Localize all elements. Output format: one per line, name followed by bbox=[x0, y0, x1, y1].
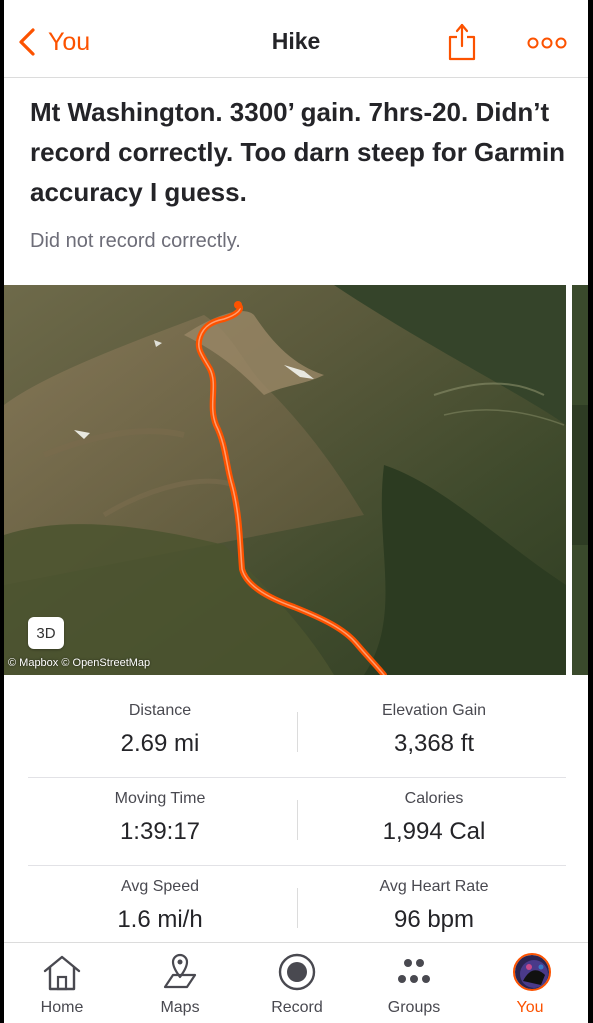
stat-divider bbox=[297, 888, 298, 928]
stat-avg-heart-rate: Avg Heart Rate 96 bpm bbox=[302, 878, 566, 934]
avatar bbox=[513, 953, 551, 991]
stats-row: Distance 2.69 mi Elevation Gain 3,368 ft bbox=[28, 690, 566, 778]
tab-label: Home bbox=[40, 999, 84, 1016]
maps-icon bbox=[163, 953, 197, 989]
tab-record[interactable]: Record bbox=[247, 943, 347, 1023]
photo-preview-image bbox=[572, 285, 588, 675]
record-icon bbox=[278, 953, 316, 991]
stat-value: 96 bpm bbox=[393, 906, 475, 933]
stat-label: Avg Speed bbox=[121, 878, 199, 895]
avatar-image bbox=[515, 955, 549, 989]
stat-divider bbox=[297, 712, 298, 752]
stat-calories: Calories 1,994 Cal bbox=[302, 790, 566, 846]
stat-avg-speed: Avg Speed 1.6 mi/h bbox=[28, 878, 292, 934]
groups-icon bbox=[398, 959, 430, 983]
stat-label: Elevation Gain bbox=[381, 702, 487, 719]
stat-label: Avg Heart Rate bbox=[379, 878, 489, 895]
bottom-tab-bar: Home Maps Record Groups You bbox=[4, 942, 588, 1023]
stat-value: 3,368 ft bbox=[393, 730, 475, 757]
map-attribution[interactable]: © Mapbox © OpenStreetMap bbox=[8, 657, 150, 669]
route-map[interactable]: 3D © Mapbox © OpenStreetMap bbox=[4, 285, 566, 675]
stat-elevation-gain: Elevation Gain 3,368 ft bbox=[302, 702, 566, 758]
stat-value: 2.69 mi bbox=[120, 730, 200, 757]
stat-label: Calories bbox=[404, 790, 464, 807]
stat-value: 1:39:17 bbox=[119, 818, 201, 845]
stats-row: Moving Time 1:39:17 Calories 1,994 Cal bbox=[28, 778, 566, 866]
tab-groups[interactable]: Groups bbox=[364, 943, 464, 1023]
stat-label: Moving Time bbox=[114, 790, 206, 807]
route-start-marker bbox=[234, 301, 242, 309]
tab-label: You bbox=[516, 999, 544, 1016]
share-icon[interactable] bbox=[448, 22, 476, 62]
stat-value: 1.6 mi/h bbox=[117, 906, 203, 933]
terrain-map-image bbox=[4, 285, 566, 675]
tab-label: Maps bbox=[160, 999, 200, 1016]
tab-home[interactable]: Home bbox=[12, 943, 112, 1023]
home-icon bbox=[43, 955, 81, 991]
activity-screen: You Hike Mt Washington. 3300’ gain. 7hrs… bbox=[4, 0, 588, 1023]
more-options-icon[interactable] bbox=[526, 36, 568, 50]
tab-you[interactable]: You bbox=[480, 943, 580, 1023]
stat-divider bbox=[297, 800, 298, 840]
stat-value: 1,994 Cal bbox=[382, 818, 486, 845]
3d-toggle-button[interactable]: 3D bbox=[28, 617, 64, 649]
activity-description: Did not record correctly. bbox=[30, 230, 241, 252]
tab-label: Groups bbox=[387, 999, 441, 1016]
tab-label: Record bbox=[271, 999, 323, 1016]
page-title: Hike bbox=[271, 28, 321, 54]
activity-title: Mt Washington. 3300’ gain. 7hrs-20. Didn… bbox=[30, 97, 566, 207]
stat-moving-time: Moving Time 1:39:17 bbox=[28, 790, 292, 846]
stats-row: Avg Speed 1.6 mi/h Avg Heart Rate 96 bpm bbox=[28, 866, 566, 954]
top-navigation-bar: You Hike bbox=[4, 0, 588, 78]
stat-label: Distance bbox=[128, 702, 192, 719]
stat-distance: Distance 2.69 mi bbox=[28, 702, 292, 758]
activity-stats: Distance 2.69 mi Elevation Gain 3,368 ft… bbox=[28, 690, 566, 954]
tab-maps[interactable]: Maps bbox=[130, 943, 230, 1023]
next-photo-preview[interactable] bbox=[572, 285, 588, 675]
